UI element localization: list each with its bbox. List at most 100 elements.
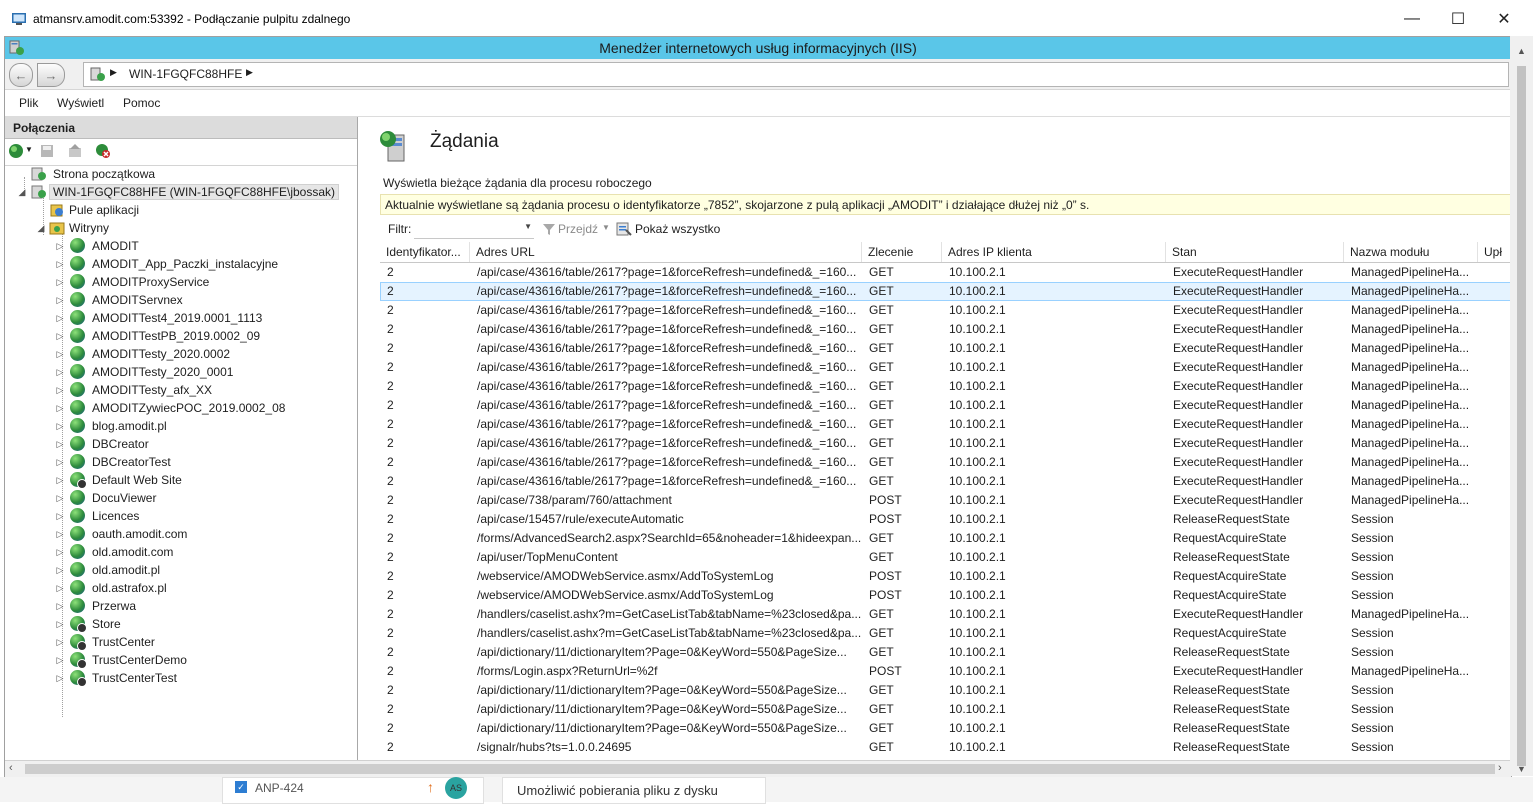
expand-arrow-icon[interactable]: ▷ bbox=[55, 399, 65, 417]
tree-item-site[interactable]: ▷ AMODIT_App_Paczki_instalacyjne bbox=[55, 255, 278, 273]
tree-item-site[interactable]: ▷ DBCreatorTest bbox=[55, 453, 171, 471]
filter-dropdown-icon[interactable]: ▼ bbox=[524, 222, 532, 231]
tree-item-site[interactable]: ▷ AMODITZywiecPOC_2019.0002_08 bbox=[55, 399, 285, 417]
tree-item-site[interactable]: ▷ AMODITTesty_2020_0001 bbox=[55, 363, 233, 381]
maximize-button[interactable]: ☐ bbox=[1435, 0, 1481, 38]
table-row[interactable]: 2/api/dictionary/11/dictionaryItem?Page=… bbox=[380, 719, 1511, 738]
back-button[interactable]: ← bbox=[9, 63, 33, 87]
collapse-arrow-icon[interactable]: ◢ bbox=[17, 183, 27, 201]
tree-item-site[interactable]: ▷ DocuViewer bbox=[55, 489, 156, 507]
expand-arrow-icon[interactable]: ▷ bbox=[55, 237, 65, 255]
expand-arrow-icon[interactable]: ▷ bbox=[55, 345, 65, 363]
tree-item-site[interactable]: ▷ Licences bbox=[55, 507, 139, 525]
table-row[interactable]: 2/api/case/43616/table/2617?page=1&force… bbox=[380, 263, 1511, 282]
expand-arrow-icon[interactable]: ▷ bbox=[55, 651, 65, 669]
expand-arrow-icon[interactable]: ▷ bbox=[55, 363, 65, 381]
tree-item-site[interactable]: ▷ AMODITTesty_afx_XX bbox=[55, 381, 212, 399]
close-button[interactable]: ✕ bbox=[1481, 0, 1527, 38]
table-row[interactable]: 2/api/case/738/param/760/attachment POST 1… bbox=[380, 491, 1511, 510]
table-row[interactable]: 2/api/dictionary/11/dictionaryItem?Page=… bbox=[380, 643, 1511, 662]
tree-item-server[interactable]: ◢ WIN-1FGQFC88HFE (WIN-1FGQFC88HFE\jboss… bbox=[17, 183, 340, 201]
column-header-id[interactable]: Identyfikator... bbox=[380, 242, 470, 262]
table-row[interactable]: 2/webservice/AMODWebService.asmx/AddToSy… bbox=[380, 586, 1511, 605]
tree-item-sites[interactable]: ◢ Witryny bbox=[36, 219, 109, 237]
expand-arrow-icon[interactable]: ▷ bbox=[55, 525, 65, 543]
tree-item-site[interactable]: ▷ AMODIT bbox=[55, 237, 139, 255]
tree-item-site[interactable]: ▷ AMODITTestPB_2019.0002_09 bbox=[55, 327, 260, 345]
column-header-module[interactable]: Nazwa modułu bbox=[1344, 242, 1478, 262]
forward-button[interactable]: → bbox=[37, 63, 65, 87]
expand-arrow-icon[interactable]: ▷ bbox=[55, 579, 65, 597]
disconnect-icon[interactable] bbox=[95, 143, 111, 159]
menu-view[interactable]: Wyświetl bbox=[57, 96, 104, 110]
horizontal-scrollbar[interactable]: ‹ › bbox=[5, 760, 1511, 778]
column-header-verb[interactable]: Zlecenie bbox=[862, 242, 942, 262]
tree-item-site[interactable]: ▷ old.astrafox.pl bbox=[55, 579, 167, 597]
table-row[interactable]: 2/api/case/15457/rule/executeAutomatic PO… bbox=[380, 510, 1511, 529]
scroll-up-icon[interactable]: ▲ bbox=[1517, 46, 1526, 56]
connect-globe-icon[interactable] bbox=[8, 143, 24, 159]
tree-item-site[interactable]: ▷ blog.amodit.pl bbox=[55, 417, 167, 435]
expand-arrow-icon[interactable]: ▷ bbox=[55, 327, 65, 345]
column-header-elapsed[interactable]: Upł bbox=[1478, 242, 1511, 262]
expand-arrow-icon[interactable]: ▷ bbox=[55, 669, 65, 687]
collapse-arrow-icon[interactable]: ◢ bbox=[36, 219, 46, 237]
tree-item-site[interactable]: ▷ AMODITServnex bbox=[55, 291, 183, 309]
table-row[interactable]: 2/api/case/43616/table/2617?page=1&force… bbox=[380, 282, 1511, 301]
table-row[interactable]: 2/api/dictionary/11/dictionaryItem?Page=… bbox=[380, 700, 1511, 719]
tree-item-site[interactable]: ▷ TrustCenterTest bbox=[55, 669, 177, 687]
tree-item-site[interactable]: ▷ DBCreator bbox=[55, 435, 149, 453]
menu-file[interactable]: Plik bbox=[19, 96, 38, 110]
expand-arrow-icon[interactable]: ▷ bbox=[55, 453, 65, 471]
checkbox-checked-icon[interactable]: ✓ bbox=[235, 781, 247, 793]
table-row[interactable]: 2/signalr/hubs?ts=1.0.0.24695 GET 10.100.2… bbox=[380, 738, 1511, 757]
scroll-thumb[interactable] bbox=[25, 764, 1495, 774]
tree-item-site[interactable]: ▷ oauth.amodit.com bbox=[55, 525, 187, 543]
tree-item-app-pools[interactable]: Pule aplikacji bbox=[49, 201, 139, 219]
table-row[interactable]: 2/api/case/43616/table/2617?page=1&force… bbox=[380, 415, 1511, 434]
tree-item-site[interactable]: ▷ AMODITProxyService bbox=[55, 273, 209, 291]
outer-vertical-scrollbar[interactable]: ▲ ▼ bbox=[1510, 36, 1533, 776]
expand-arrow-icon[interactable]: ▷ bbox=[55, 435, 65, 453]
table-row[interactable]: 2/api/case/43616/table/2617?page=1&force… bbox=[380, 320, 1511, 339]
tree-item-site[interactable]: ▷ old.amodit.com bbox=[55, 543, 173, 561]
column-header-client-ip[interactable]: Adres IP klienta bbox=[942, 242, 1166, 262]
tree-item-site[interactable]: ▷ Przerwa bbox=[55, 597, 136, 615]
task-card[interactable]: Umożliwić pobierania pliku z dysku bbox=[502, 777, 766, 804]
scroll-thumb[interactable] bbox=[1517, 66, 1526, 766]
tree-item-site[interactable]: ▷ AMODITTesty_2020.0002 bbox=[55, 345, 230, 363]
show-all-button[interactable]: Pokaż wszystko bbox=[635, 222, 720, 236]
expand-arrow-icon[interactable]: ▷ bbox=[55, 309, 65, 327]
breadcrumb-server[interactable]: WIN-1FGQFC88HFE bbox=[129, 67, 242, 81]
tree-item-site[interactable]: ▷ AMODITTest4_2019.0001_1113 bbox=[55, 309, 262, 327]
table-row[interactable]: 2/api/case/43616/table/2617?page=1&force… bbox=[380, 472, 1511, 491]
table-row[interactable]: 2/api/case/43616/table/2617?page=1&force… bbox=[380, 434, 1511, 453]
ticket-id[interactable]: ANP-424 bbox=[255, 781, 304, 795]
go-button[interactable]: Przejdź bbox=[558, 222, 598, 236]
expand-arrow-icon[interactable]: ▷ bbox=[55, 561, 65, 579]
expand-arrow-icon[interactable]: ▷ bbox=[55, 381, 65, 399]
table-row[interactable]: 2/webservice/AMODWebService.asmx/AddToSy… bbox=[380, 567, 1511, 586]
scroll-left-icon[interactable]: ‹ bbox=[9, 762, 13, 774]
expand-arrow-icon[interactable]: ▷ bbox=[55, 471, 65, 489]
dropdown-arrow-icon[interactable]: ▼ bbox=[25, 145, 33, 154]
table-row[interactable]: 2/api/dictionary/11/dictionaryItem?Page=… bbox=[380, 681, 1511, 700]
table-row[interactable]: 2/forms/Login.aspx?ReturnUrl=%2f POST 10.1… bbox=[380, 662, 1511, 681]
tree-item-site[interactable]: ▷ Store bbox=[55, 615, 121, 633]
address-path-field[interactable]: ▶ WIN-1FGQFC88HFE ▶ bbox=[83, 62, 1509, 87]
expand-arrow-icon[interactable]: ▷ bbox=[55, 543, 65, 561]
tree-item-site[interactable]: ▷ TrustCenter bbox=[55, 633, 155, 651]
table-row[interactable]: 2/api/case/43616/table/2617?page=1&force… bbox=[380, 339, 1511, 358]
minimize-button[interactable]: — bbox=[1389, 0, 1435, 38]
go-dropdown-icon[interactable]: ▼ bbox=[602, 223, 610, 232]
table-row[interactable]: 2/api/case/43616/table/2617?page=1&force… bbox=[380, 396, 1511, 415]
expand-arrow-icon[interactable]: ▷ bbox=[55, 507, 65, 525]
expand-arrow-icon[interactable]: ▷ bbox=[55, 597, 65, 615]
table-row[interactable]: 2/handlers/caselist.ashx?m=GetCaseListTa… bbox=[380, 624, 1511, 643]
table-row[interactable]: 2/handlers/caselist.ashx?m=GetCaseListTa… bbox=[380, 605, 1511, 624]
expand-arrow-icon[interactable]: ▷ bbox=[55, 255, 65, 273]
expand-arrow-icon[interactable]: ▷ bbox=[55, 633, 65, 651]
scroll-down-icon[interactable]: ▼ bbox=[1517, 764, 1526, 774]
save-icon[interactable] bbox=[39, 143, 55, 159]
filter-input[interactable]: ▼ bbox=[414, 219, 534, 239]
